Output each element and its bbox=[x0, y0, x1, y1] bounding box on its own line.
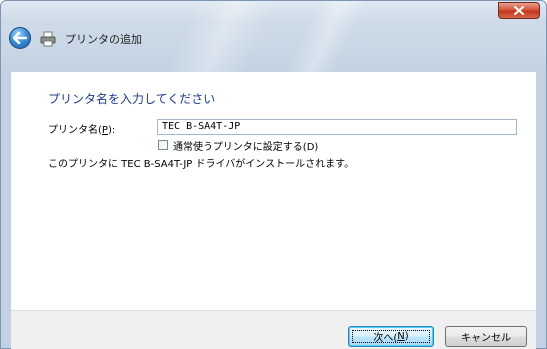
cancel-button[interactable]: キャンセル bbox=[445, 326, 527, 347]
next-button[interactable]: 次へ(N) bbox=[348, 326, 434, 347]
glass-streak bbox=[284, 1, 368, 73]
close-icon bbox=[514, 6, 524, 15]
label-end: ): bbox=[107, 125, 116, 136]
default-printer-label[interactable]: 通常使うプリンタに設定する(D) bbox=[173, 138, 318, 153]
close-button[interactable] bbox=[498, 2, 540, 19]
wizard-footer: 次へ(N) キャンセル bbox=[11, 310, 536, 349]
printer-icon bbox=[40, 31, 56, 47]
glass-streak bbox=[164, 1, 278, 73]
label-text: プリンタ名( bbox=[48, 125, 102, 136]
printer-name-input[interactable]: TEC B-SA4T-JP bbox=[157, 119, 517, 135]
default-printer-checkbox[interactable] bbox=[158, 140, 168, 150]
page-heading: プリンタ名を入力してください bbox=[48, 92, 216, 106]
focus-rect bbox=[352, 330, 430, 343]
driver-info-text: このプリンタに TEC B-SA4T-JP ドライバがインストールされます。 bbox=[48, 159, 355, 170]
back-button[interactable] bbox=[9, 27, 31, 49]
window-title: プリンタの追加 bbox=[65, 33, 142, 46]
wizard-content: プリンタ名を入力してください プリンタ名(P): TEC B-SA4T-JP 通… bbox=[11, 72, 536, 310]
back-arrow-icon bbox=[13, 32, 27, 44]
printer-name-label: プリンタ名(P): bbox=[48, 121, 115, 136]
